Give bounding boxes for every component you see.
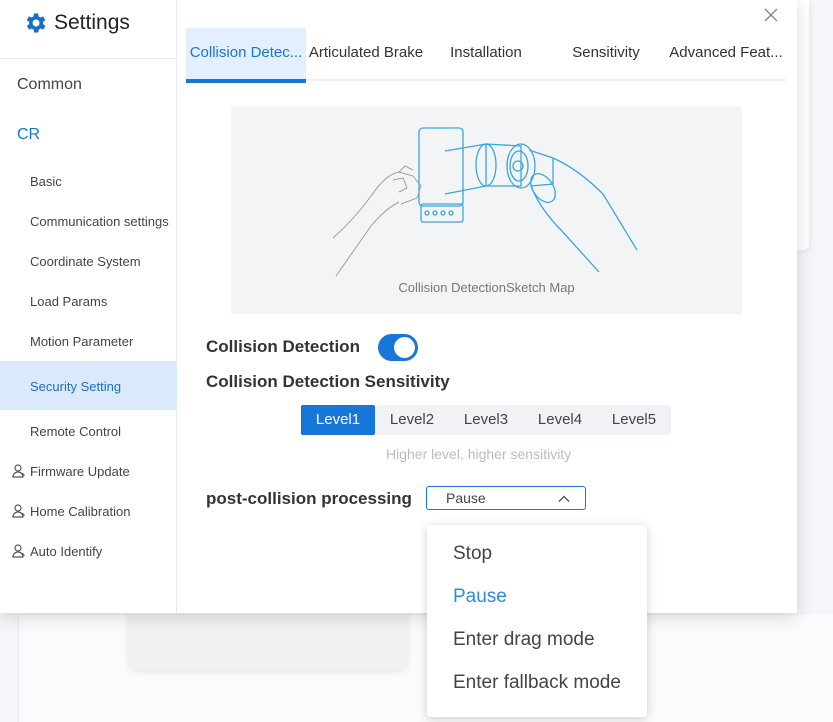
tab-advanced-features[interactable]: Advanced Feat... xyxy=(668,28,784,79)
sidebar-item-label: Firmware Update xyxy=(30,463,130,479)
user-icon xyxy=(12,544,25,558)
level-2-button[interactable]: Level2 xyxy=(375,405,449,435)
sidebar-item-communication-settings[interactable]: Communication settings xyxy=(30,214,169,229)
sidebar-item-home-calibration[interactable]: Home Calibration xyxy=(11,503,130,519)
option-enter-drag-mode[interactable]: Enter drag mode xyxy=(453,629,595,651)
level-5-button[interactable]: Level5 xyxy=(597,405,671,435)
level-3-button[interactable]: Level3 xyxy=(449,405,523,435)
sidebar-item-common[interactable]: Common xyxy=(17,76,82,94)
sensitivity-level-selector: Level1 Level2 Level3 Level4 Level5 xyxy=(301,405,671,435)
tab-articulated-brake[interactable]: Articulated Brake xyxy=(306,28,426,79)
sidebar-item-load-params[interactable]: Load Params xyxy=(30,294,107,309)
background-panel-right xyxy=(797,0,809,250)
sidebar-item-coordinate-system[interactable]: Coordinate System xyxy=(30,254,141,269)
tab-bar: Collision Detec... Articulated Brake Ins… xyxy=(186,28,786,83)
sidebar-item-label: Auto Identify xyxy=(30,543,103,559)
dialog-title: Settings xyxy=(54,11,130,34)
chevron-up-icon xyxy=(558,495,570,502)
user-icon xyxy=(12,464,25,478)
sensitivity-hint: Higher level, higher sensitivity xyxy=(386,446,572,462)
level-1-button[interactable]: Level1 xyxy=(301,405,375,435)
tab-installation[interactable]: Installation xyxy=(426,28,546,79)
tab-collision-detection[interactable]: Collision Detec... xyxy=(186,28,306,83)
option-stop[interactable]: Stop xyxy=(453,543,492,565)
option-enter-fallback-mode[interactable]: Enter fallback mode xyxy=(453,672,621,694)
level-4-button[interactable]: Level4 xyxy=(523,405,597,435)
sidebar-item-label: Home Calibration xyxy=(30,503,131,519)
sidebar-item-motion-parameter[interactable]: Motion Parameter xyxy=(30,334,133,349)
sidebar-item-remote-control[interactable]: Remote Control xyxy=(30,424,121,439)
dialog-header: Settings xyxy=(22,8,130,38)
collision-detection-toggle[interactable] xyxy=(378,334,418,361)
collision-detection-label: Collision Detection xyxy=(206,337,360,356)
close-icon[interactable] xyxy=(762,6,780,24)
sidebar-item-security-setting[interactable]: Security Setting xyxy=(30,379,121,394)
settings-sidebar: Settings Common CR Basic Communication s… xyxy=(0,0,177,613)
select-value: Pause xyxy=(446,490,486,506)
sidebar-item-cr[interactable]: CR xyxy=(17,126,40,144)
option-pause[interactable]: Pause xyxy=(453,586,507,608)
post-collision-label: post-collision processing xyxy=(206,489,412,508)
robot-arm-illustration xyxy=(332,127,638,277)
user-icon xyxy=(12,504,25,518)
post-collision-select[interactable]: Pause xyxy=(426,486,586,510)
gear-icon xyxy=(26,13,46,33)
sidebar-item-basic[interactable]: Basic xyxy=(30,174,62,189)
sidebar-item-auto-identify[interactable]: Auto Identify xyxy=(11,543,102,559)
settings-dialog: Settings Common CR Basic Communication s… xyxy=(0,0,797,613)
divider xyxy=(0,58,177,59)
sidebar-item-firmware-update[interactable]: Firmware Update xyxy=(11,463,130,479)
toggle-knob xyxy=(394,337,415,358)
tab-sensitivity[interactable]: Sensitivity xyxy=(546,28,666,79)
post-collision-dropdown: Stop Pause Enter drag mode Enter fallbac… xyxy=(427,525,647,717)
collision-sketch-map: Collision DetectionSketch Map xyxy=(231,106,742,314)
sketch-caption: Collision DetectionSketch Map xyxy=(398,280,575,295)
sensitivity-label: Collision Detection Sensitivity xyxy=(206,372,450,391)
